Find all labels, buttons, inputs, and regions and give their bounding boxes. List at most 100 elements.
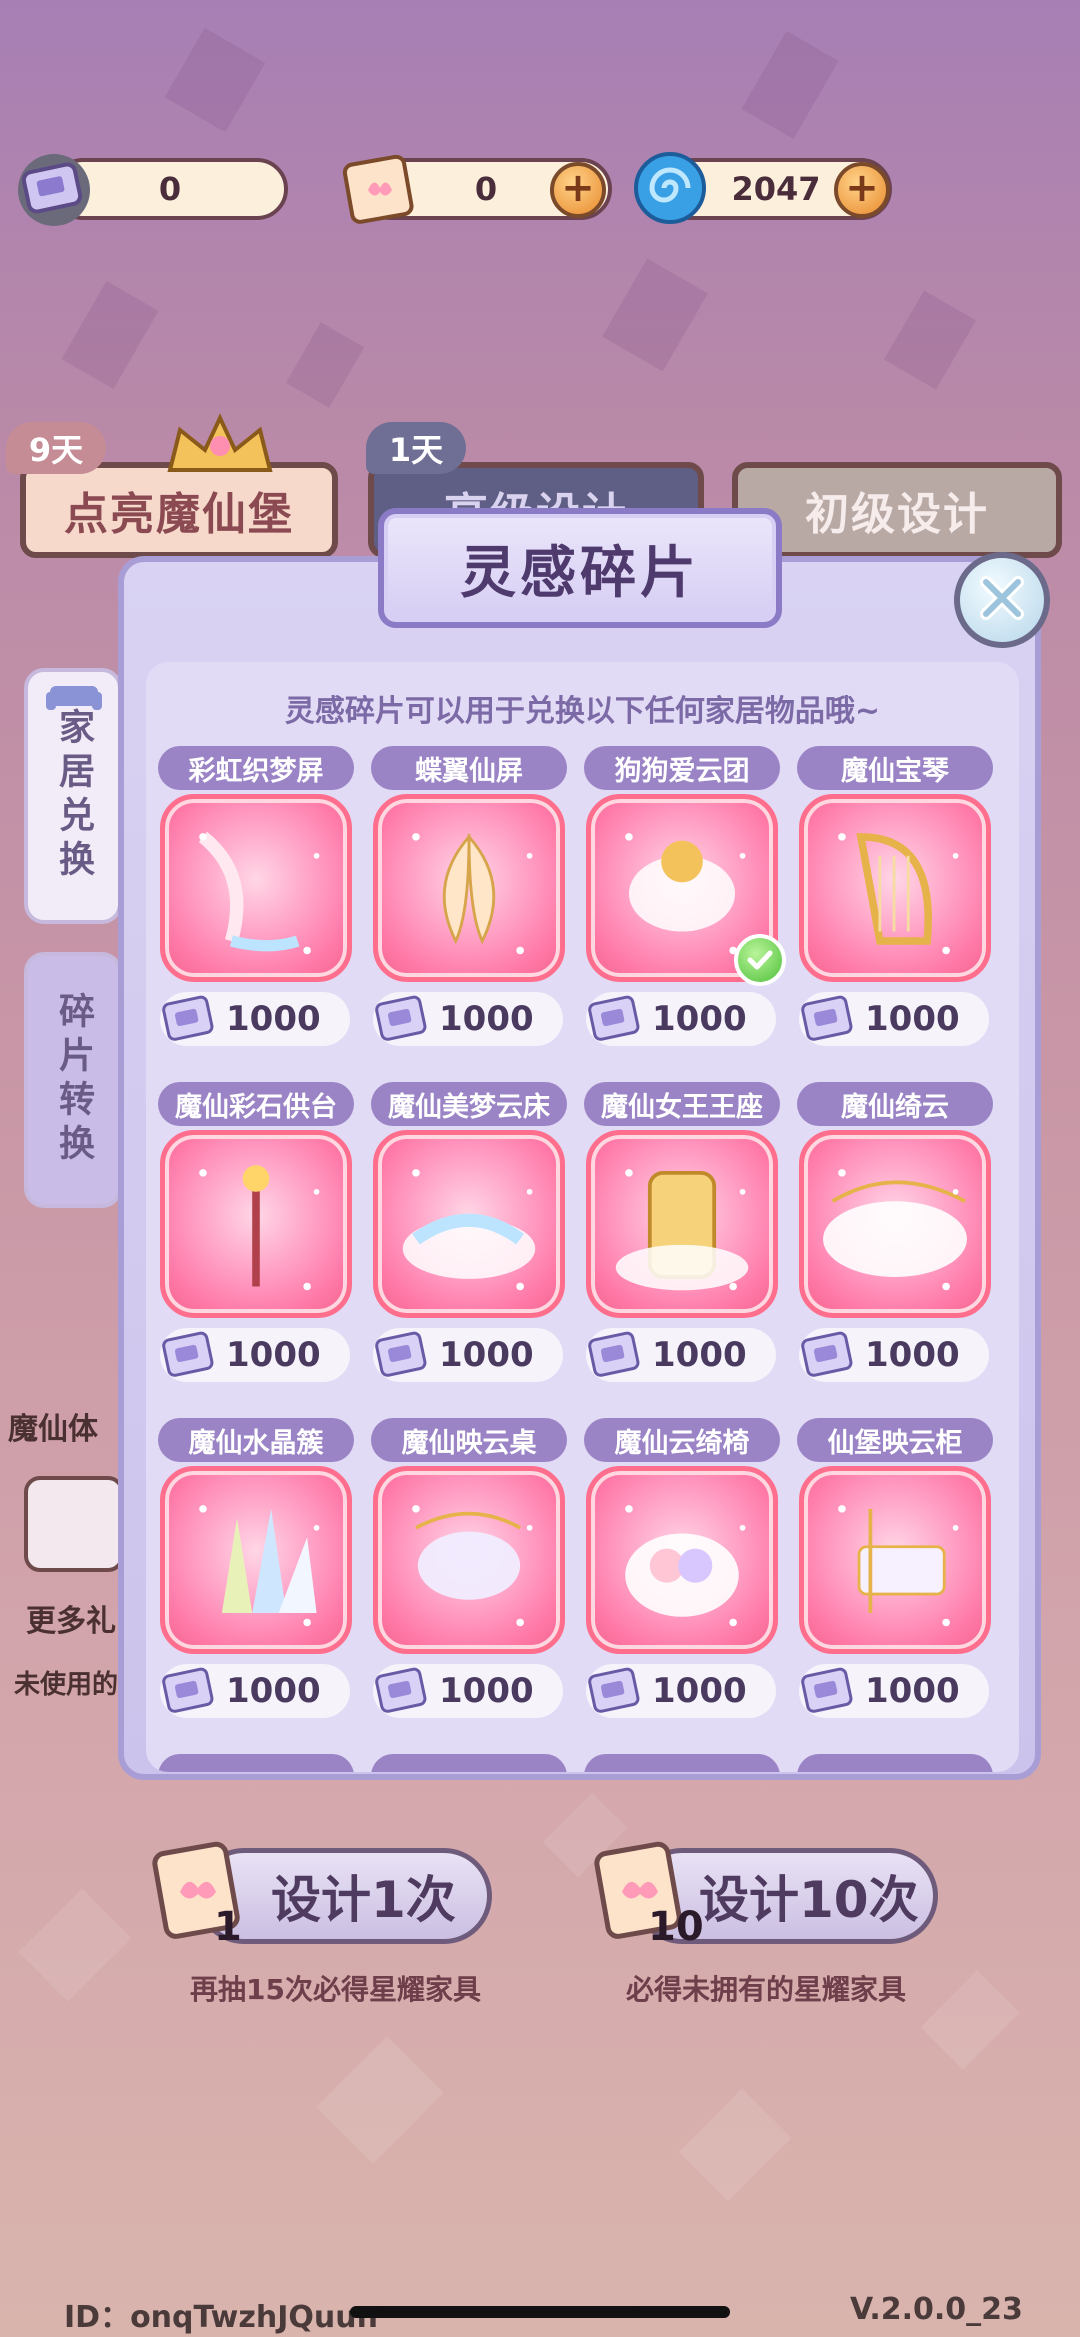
item-name: 魔仙水晶簇 [158, 1418, 354, 1462]
next-row-item-tab [371, 1754, 567, 1772]
item-name: 狗狗爱云团 [584, 746, 780, 790]
fragment-modal: 灵感碎片可以用于兑换以下任何家居物品哦~ 彩虹织梦屏 1000 蝶翼仙屏 1000 狗狗… [118, 556, 1041, 1780]
item-name: 魔仙绮云 [797, 1082, 993, 1126]
design-ticket-icon [799, 990, 857, 1048]
item-name: 彩虹织梦屏 [158, 746, 354, 790]
next-row-item-tab [584, 1754, 780, 1772]
item-image[interactable] [799, 1466, 991, 1654]
item-image[interactable] [799, 794, 991, 982]
design-ticket-icon [799, 1326, 857, 1384]
item-name: 蝶翼仙屏 [371, 746, 567, 790]
design-ticket-icon [586, 1662, 644, 1720]
tab-fragment-convert-label: 碎片转换 [53, 992, 94, 1168]
item-name: 魔仙映云桌 [371, 1418, 567, 1462]
item-price-value: 1000 [226, 1335, 321, 1375]
more-gifts-label: 更多礼 [26, 1604, 116, 1639]
light-castle-days-badge: 9天 [6, 422, 106, 474]
experience-label: 魔仙体 [8, 1412, 98, 1447]
design-ticket-icon [799, 1662, 857, 1720]
item-name: 仙堡映云柜 [797, 1418, 993, 1462]
item-price-value: 1000 [652, 1335, 747, 1375]
design-ticket-icon [373, 1326, 431, 1384]
item-price-value: 1000 [226, 999, 321, 1039]
item-price-value: 1000 [226, 1671, 321, 1711]
design-ticket-icon [586, 1326, 644, 1384]
add-scroll-button[interactable]: + [550, 162, 606, 218]
item-image[interactable] [586, 1130, 778, 1318]
item-price-value: 1000 [439, 1335, 534, 1375]
tab-fragment-convert[interactable]: 碎片转换 [24, 952, 122, 1208]
bg-shape [316, 2036, 444, 2164]
design-ticket-icon [160, 1326, 218, 1384]
design-ten-count: 10 [648, 1904, 704, 1950]
swirl-coin-icon [628, 146, 712, 230]
currency-swirl-value: 2047 [731, 170, 821, 208]
gift-box-icon[interactable] [24, 1476, 124, 1572]
item-price-value: 1000 [439, 1671, 534, 1711]
item-image[interactable] [586, 1466, 778, 1654]
design-once-note: 再抽15次必得星耀家具 [190, 1973, 481, 2006]
bg-shape [285, 322, 365, 408]
close-icon [972, 568, 1032, 632]
bg-shape [884, 290, 976, 390]
item-image[interactable] [160, 794, 352, 982]
design-ticket-icon [373, 1662, 431, 1720]
design-once-count: 1 [214, 1904, 242, 1950]
design-once-label: 设计1次 [271, 1871, 456, 1929]
item-price-value: 1000 [865, 999, 960, 1039]
item-name: 魔仙彩石供台 [158, 1082, 354, 1126]
currency-scroll-value: 0 [474, 170, 498, 208]
bg-shape [61, 281, 159, 389]
design-ticket-icon [586, 990, 644, 1048]
item-name: 魔仙云绮椅 [584, 1418, 780, 1462]
bg-shape [741, 31, 839, 139]
player-id-text: ID：onqTwzhJQuun [64, 2300, 378, 2335]
design-ticket-icon [373, 990, 431, 1048]
light-castle-days: 9天 [28, 431, 84, 469]
version-text: V.2.0.0_23 [850, 2292, 1023, 2327]
crown-ornament-icon [160, 410, 280, 480]
sofa-icon [44, 676, 104, 716]
currency-ticket-value: 0 [158, 170, 182, 208]
fragment-item-panel: 灵感碎片可以用于兑换以下任何家居物品哦~ 彩虹织梦屏 1000 蝶翼仙屏 1000 狗狗… [146, 662, 1019, 1772]
item-price-value: 1000 [865, 1671, 960, 1711]
item-price-value: 1000 [865, 1335, 960, 1375]
unused-label: 未使用的 [14, 1670, 119, 1700]
basic-design-label: 初级设计 [805, 489, 989, 540]
bg-shape [18, 1888, 132, 2002]
add-swirl-button[interactable]: + [834, 162, 890, 218]
design-ticket-icon [160, 990, 218, 1048]
bg-shape [602, 258, 708, 372]
design-ten-note: 必得未拥有的星耀家具 [626, 1973, 907, 2006]
item-name: 魔仙宝琴 [797, 746, 993, 790]
item-price-value: 1000 [652, 1671, 747, 1711]
design-ticket-icon [160, 1662, 218, 1720]
item-image[interactable] [160, 1466, 352, 1654]
bg-shape [164, 27, 266, 133]
item-price-value: 1000 [652, 999, 747, 1039]
item-image[interactable] [160, 1130, 352, 1318]
close-modal-button[interactable] [954, 552, 1050, 648]
fragment-hint-text: 灵感碎片可以用于兑换以下任何家居物品哦~ [284, 694, 881, 729]
item-image[interactable] [373, 1466, 565, 1654]
bg-shape [678, 2088, 792, 2202]
item-name: 魔仙美梦云床 [371, 1082, 567, 1126]
bg-shape [920, 1970, 1020, 2070]
item-name: 魔仙女王王座 [584, 1082, 780, 1126]
tab-home-exchange-label: 家居兑换 [53, 708, 94, 884]
advanced-days: 1天 [388, 431, 444, 469]
item-image[interactable] [373, 794, 565, 982]
item-image[interactable] [799, 1130, 991, 1318]
item-price-value: 1000 [439, 999, 534, 1039]
item-image[interactable] [373, 1130, 565, 1318]
design-ten-label: 设计10次 [699, 1871, 919, 1929]
next-row-item-tab [158, 1754, 354, 1772]
design-ticket-icon [12, 146, 96, 230]
home-indicator[interactable] [350, 2306, 730, 2318]
owned-check-icon [734, 934, 786, 986]
light-castle-label: 点亮魔仙堡 [64, 489, 294, 540]
next-row-item-tab [797, 1754, 993, 1772]
butterfly-scroll-icon [338, 146, 422, 230]
modal-title: 灵感碎片 [378, 508, 782, 628]
modal-title-text: 灵感碎片 [460, 540, 700, 606]
